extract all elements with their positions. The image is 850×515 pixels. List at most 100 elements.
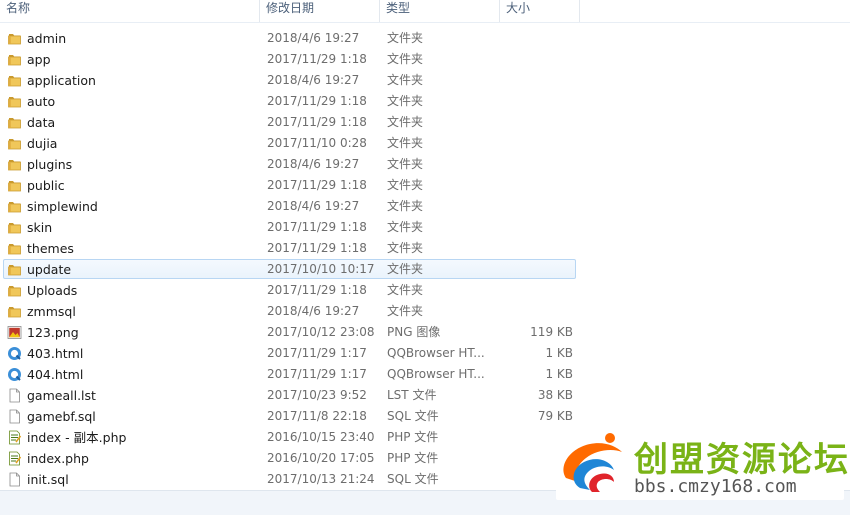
- file-modified: 2017/11/29 1:18: [267, 283, 367, 297]
- column-header-size[interactable]: 大小: [500, 0, 580, 22]
- file-row[interactable]: admin 2018/4/6 19:27 文件夹: [0, 28, 850, 49]
- folder-icon: [7, 157, 22, 172]
- file-type: 文件夹: [387, 31, 424, 45]
- file-type: PHP 文件: [387, 451, 439, 465]
- file-type: LST 文件: [387, 388, 437, 402]
- file-modified: 2018/4/6 19:27: [267, 199, 360, 213]
- file-row[interactable]: skin 2017/11/29 1:18 文件夹: [0, 217, 850, 238]
- file-modified: 2018/4/6 19:27: [267, 157, 360, 171]
- script-file-icon: [7, 430, 22, 445]
- file-name: simplewind: [27, 199, 98, 214]
- column-header-modified[interactable]: 修改日期: [260, 0, 380, 22]
- folder-icon: [7, 241, 22, 256]
- file-size: [500, 70, 573, 91]
- file-name: data: [27, 115, 56, 130]
- file-type: 文件夹: [387, 94, 424, 108]
- file-modified: 2018/4/6 19:27: [267, 31, 360, 45]
- file-name: zmmsql: [27, 304, 76, 319]
- file-modified: 2016/10/15 23:40: [267, 430, 375, 444]
- image-file-icon: [7, 325, 22, 340]
- file-name: themes: [27, 241, 74, 256]
- file-type: 文件夹: [387, 136, 424, 150]
- file-name: gamebf.sql: [27, 409, 96, 424]
- file-name: skin: [27, 220, 53, 235]
- file-row[interactable]: public 2017/11/29 1:18 文件夹: [0, 175, 850, 196]
- file-row[interactable]: auto 2017/11/29 1:18 文件夹: [0, 91, 850, 112]
- file-type: PNG 图像: [387, 325, 441, 339]
- folder-icon: [7, 262, 22, 277]
- file-type: 文件夹: [387, 157, 424, 171]
- column-header-type[interactable]: 类型: [380, 0, 500, 22]
- column-header-bar: 名称 修改日期 类型 大小: [0, 0, 850, 23]
- file-name: app: [27, 52, 51, 67]
- file-modified: 2017/11/29 1:17: [267, 367, 367, 381]
- file-row[interactable]: update 2017/10/10 10:17 文件夹: [0, 259, 850, 280]
- file-name: public: [27, 178, 65, 193]
- file-name: application: [27, 73, 96, 88]
- file-size: [500, 196, 573, 217]
- file-name: 404.html: [27, 367, 84, 382]
- file-row[interactable]: plugins 2018/4/6 19:27 文件夹: [0, 154, 850, 175]
- file-type: 文件夹: [387, 241, 424, 255]
- file-name: 403.html: [27, 346, 84, 361]
- folder-icon: [7, 73, 22, 88]
- file-modified: 2017/11/29 1:17: [267, 346, 367, 360]
- file-row[interactable]: app 2017/11/29 1:18 文件夹: [0, 49, 850, 70]
- file-size: 1 KB: [545, 367, 573, 381]
- file-name: admin: [27, 31, 67, 46]
- file-size: [500, 154, 573, 175]
- file-size: 38 KB: [537, 388, 573, 402]
- folder-icon: [7, 31, 22, 46]
- file-size: 1 KB: [545, 346, 573, 360]
- file-row[interactable]: application 2018/4/6 19:27 文件夹: [0, 70, 850, 91]
- file-modified: 2017/11/8 22:18: [267, 409, 367, 423]
- file-row[interactable]: 123.png 2017/10/12 23:08 PNG 图像 119 KB: [0, 322, 850, 343]
- browser-file-icon: [7, 346, 22, 361]
- file-modified: 2018/4/6 19:27: [267, 73, 360, 87]
- file-row[interactable]: 403.html 2017/11/29 1:17 QQBrowser HT... 1 …: [0, 343, 850, 364]
- file-modified: 2017/10/23 9:52: [267, 388, 367, 402]
- file-row[interactable]: gamebf.sql 2017/11/8 22:18 SQL 文件 79 KB: [0, 406, 850, 427]
- file-type: 文件夹: [387, 304, 424, 318]
- file-size: 79 KB: [537, 409, 573, 423]
- file-size: [500, 49, 573, 70]
- file-type: SQL 文件: [387, 409, 439, 423]
- file-type: PHP 文件: [387, 430, 439, 444]
- file-modified: 2017/11/29 1:18: [267, 115, 367, 129]
- file-name: index - 副本.php: [27, 430, 127, 445]
- file-type: 文件夹: [387, 220, 424, 234]
- file-size: [500, 133, 573, 154]
- file-size: [500, 175, 573, 196]
- file-modified: 2017/11/29 1:18: [267, 178, 367, 192]
- file-type: 文件夹: [387, 115, 424, 129]
- file-modified: 2017/10/13 21:24: [267, 472, 375, 486]
- file-row[interactable]: dujia 2017/11/10 0:28 文件夹: [0, 133, 850, 154]
- file-row[interactable]: data 2017/11/29 1:18 文件夹: [0, 112, 850, 133]
- file-modified: 2017/10/10 10:17: [267, 262, 375, 276]
- file-type: QQBrowser HT...: [387, 367, 485, 381]
- file-name: index.php: [27, 451, 89, 466]
- file-modified: 2018/4/6 19:27: [267, 304, 360, 318]
- file-size: [500, 259, 573, 280]
- file-size: [500, 217, 573, 238]
- file-row[interactable]: gameall.lst 2017/10/23 9:52 LST 文件 38 KB: [0, 385, 850, 406]
- folder-icon: [7, 52, 22, 67]
- file-size: [500, 28, 573, 49]
- file-modified: 2017/11/29 1:18: [267, 220, 367, 234]
- watermark-logo-icon: [563, 433, 622, 492]
- file-row[interactable]: 404.html 2017/11/29 1:17 QQBrowser HT... 1 …: [0, 364, 850, 385]
- file-name: Uploads: [27, 283, 78, 298]
- file-type: 文件夹: [387, 178, 424, 192]
- file-type: SQL 文件: [387, 472, 439, 486]
- file-row[interactable]: themes 2017/11/29 1:18 文件夹: [0, 238, 850, 259]
- file-list: admin 2018/4/6 19:27 文件夹 app 2017/11/29 1:18…: [0, 28, 850, 490]
- file-name: init.sql: [27, 472, 69, 487]
- file-row[interactable]: simplewind 2018/4/6 19:27 文件夹: [0, 196, 850, 217]
- column-header-name[interactable]: 名称: [0, 0, 260, 22]
- folder-icon: [7, 283, 22, 298]
- file-type: 文件夹: [387, 262, 424, 276]
- file-row[interactable]: Uploads 2017/11/29 1:18 文件夹: [0, 280, 850, 301]
- file-size: [500, 112, 573, 133]
- file-row[interactable]: zmmsql 2018/4/6 19:27 文件夹: [0, 301, 850, 322]
- browser-file-icon: [7, 367, 22, 382]
